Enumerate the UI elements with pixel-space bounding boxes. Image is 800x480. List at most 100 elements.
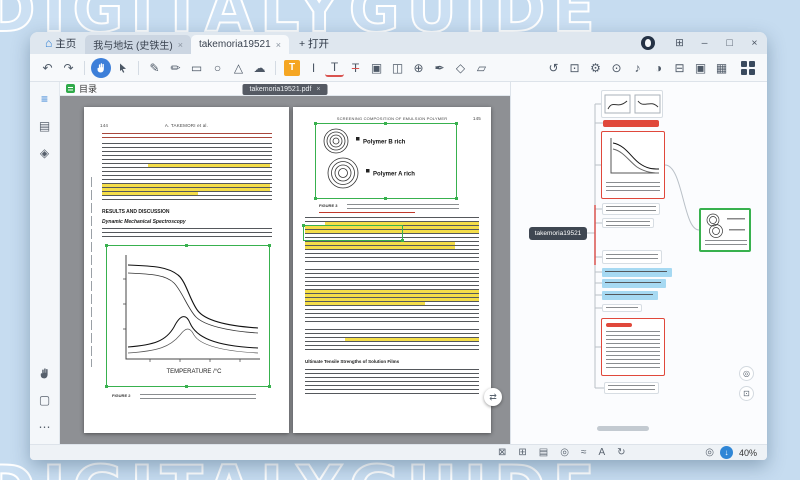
chart-tool[interactable]: ◫	[388, 58, 407, 77]
zoom-level[interactable]: 40%	[739, 448, 757, 458]
mindmap-frame-button[interactable]: ⊡	[739, 386, 754, 401]
tab2-close-icon[interactable]: ×	[276, 40, 281, 50]
minimize-button[interactable]: –	[692, 32, 717, 54]
outline-button[interactable]: ▤	[539, 447, 548, 458]
selection-handle[interactable]	[268, 244, 271, 247]
settings-button[interactable]: ⚙	[586, 58, 605, 77]
text-selection-box[interactable]	[303, 225, 403, 241]
theme-button[interactable]: ◑	[649, 58, 668, 77]
rectangle-tool[interactable]: ▭	[187, 58, 206, 77]
sidebar-annotations-button[interactable]: ▤	[36, 117, 54, 135]
selection-handle[interactable]	[268, 385, 271, 388]
mindmap-node-selected[interactable]	[699, 208, 751, 252]
delete-node-button[interactable]: ⊠	[498, 447, 506, 458]
insert-text-tool[interactable]: I	[304, 58, 323, 77]
selection-handle[interactable]	[384, 197, 387, 200]
selection-handle[interactable]	[302, 224, 305, 227]
sidebar-toc-button[interactable]: ≡	[36, 90, 54, 108]
fit-page-button[interactable]: ▣	[691, 58, 710, 77]
snapshot-button[interactable]: ⊡	[565, 58, 584, 77]
mindmap-root-node[interactable]: takemoria19521	[529, 227, 587, 240]
pdf-page-right[interactable]: SCREENING COMPOSITION OF EMULSION POLYME…	[293, 107, 491, 433]
mindmap-node[interactable]	[602, 203, 660, 215]
apps-grid-icon[interactable]	[741, 61, 755, 75]
tab-document-1[interactable]: 我与地坛 (史铁生) ×	[85, 35, 191, 54]
mindmap-node[interactable]	[602, 304, 642, 312]
signature-tool[interactable]: ✒	[430, 58, 449, 77]
document-tab[interactable]: takemoria19521.pdf ×	[243, 84, 328, 95]
selection-handle[interactable]	[314, 197, 317, 200]
locate-button[interactable]: ◎	[705, 447, 714, 458]
highlight-text-tool[interactable]: T	[284, 60, 300, 76]
selection-handle[interactable]	[185, 244, 188, 247]
focus-button[interactable]: ◎	[560, 447, 569, 458]
search-button[interactable]: ⊙	[607, 58, 626, 77]
tab1-close-icon[interactable]: ×	[178, 40, 183, 50]
open-file-button[interactable]: + 打开	[289, 32, 339, 54]
image-stamp-tool[interactable]: ▣	[367, 58, 386, 77]
document-tab-close-icon[interactable]: ×	[316, 86, 320, 93]
rotate-button[interactable]: ↺	[544, 58, 563, 77]
page-nav-button[interactable]: ⇄	[484, 388, 502, 406]
ellipse-tool[interactable]: ○	[208, 58, 227, 77]
polygon-tool[interactable]: △	[229, 58, 248, 77]
mindmap-locate-button[interactable]: ◎	[739, 366, 754, 381]
mindmap-node[interactable]	[601, 90, 663, 118]
figure-selection-box[interactable]: Polymer B rich Polymer A rich	[315, 123, 457, 199]
eraser-tool[interactable]: ▱	[472, 58, 491, 77]
maximize-button[interactable]: □	[717, 32, 742, 54]
mindmap-cyan-node[interactable]	[602, 268, 672, 277]
undo-button[interactable]: ↶	[38, 58, 57, 77]
red-underline-annotation[interactable]	[319, 212, 415, 213]
sidebar-export-button[interactable]: ▢	[36, 391, 54, 409]
mindmap-node[interactable]	[602, 250, 662, 264]
mindmap-node[interactable]	[601, 318, 665, 376]
sidebar-hand-button[interactable]	[36, 364, 54, 382]
figure-selection-box[interactable]: TEMPERATURE /°C	[106, 245, 270, 387]
highlighter-tool[interactable]: ✏	[166, 58, 185, 77]
multi-window-icon[interactable]: ⊞	[667, 32, 692, 54]
mindmap-node[interactable]	[602, 218, 654, 228]
select-tool[interactable]	[113, 58, 132, 77]
pencil-tool[interactable]: ✎	[145, 58, 164, 77]
selection-handle[interactable]	[384, 122, 387, 125]
tab-home[interactable]: ⌂ 主页	[36, 32, 85, 54]
sidebar-bookmark-button[interactable]: ◈	[36, 144, 54, 162]
selection-handle[interactable]	[455, 122, 458, 125]
selection-handle[interactable]	[401, 239, 404, 242]
pdf-viewer[interactable]: 144 A. TAKEMORI et al. RESULTS AND DISCU…	[60, 96, 510, 444]
selection-handle[interactable]	[105, 244, 108, 247]
tab-document-2[interactable]: takemoria19521 ×	[191, 35, 289, 54]
mindmap-cyan-node[interactable]	[602, 279, 666, 288]
audio-read-button[interactable]: ♪	[628, 58, 647, 77]
selection-handle[interactable]	[105, 385, 108, 388]
label-button[interactable]: A	[598, 447, 605, 458]
callout-tool[interactable]: ☁	[250, 58, 269, 77]
mindmap-red-node[interactable]	[603, 120, 659, 127]
link-tool[interactable]: ⊕	[409, 58, 428, 77]
shape-tool[interactable]: ◇	[451, 58, 470, 77]
strikeout-text-tool[interactable]: T	[346, 58, 365, 77]
split-view-button[interactable]: ⊟	[670, 58, 689, 77]
layout-button[interactable]: ⊞	[518, 447, 526, 458]
mindmap-scrollbar[interactable]	[597, 426, 649, 431]
underline-text-tool[interactable]: T	[325, 58, 344, 77]
refresh-button[interactable]: ↻	[617, 447, 625, 458]
selection-handle[interactable]	[185, 385, 188, 388]
style-button[interactable]: ≈	[581, 447, 587, 458]
mindmap-cyan-node[interactable]	[602, 291, 658, 300]
hand-tool[interactable]	[91, 58, 111, 78]
pdf-page-left[interactable]: 144 A. TAKEMORI et al. RESULTS AND DISCU…	[84, 107, 289, 433]
grid-view-button[interactable]: ▦	[712, 58, 731, 77]
sidebar-more-button[interactable]: ⋯	[36, 418, 54, 436]
mindmap-node[interactable]	[604, 382, 659, 394]
mindmap-panel[interactable]: takemoria19521	[510, 82, 767, 444]
selection-handle[interactable]	[314, 122, 317, 125]
zoom-menu-button[interactable]: ↓	[720, 446, 733, 459]
account-icon[interactable]	[641, 36, 655, 50]
close-button[interactable]: ×	[742, 32, 767, 54]
redo-button[interactable]: ↷	[59, 58, 78, 77]
toc-label[interactable]: 目录	[79, 82, 97, 95]
selection-handle[interactable]	[455, 197, 458, 200]
mindmap-node[interactable]	[601, 131, 665, 199]
